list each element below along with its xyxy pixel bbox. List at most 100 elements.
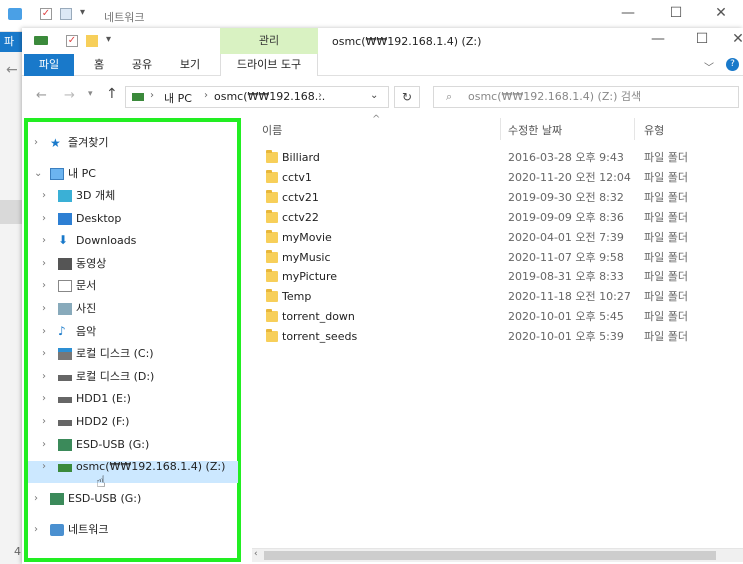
properties-icon (60, 8, 72, 20)
file-date: 2019-08-31 오후 8:33 (508, 270, 624, 284)
nav-item[interactable]: › Desktop (28, 208, 238, 230)
new-folder-icon[interactable] (86, 35, 98, 47)
file-row[interactable]: cctv21 2019-09-30 오전 8:32 파일 폴더 (252, 188, 732, 208)
scrollbar-thumb[interactable] (264, 551, 716, 560)
address-bar[interactable]: › 내 PC › osmc(₩₩192.168... › ⌄ (125, 86, 389, 108)
close-button[interactable]: ✕ (732, 31, 743, 47)
address-dropdown-icon[interactable]: ⌄ (370, 90, 378, 101)
tab-view[interactable]: 보기 (170, 54, 210, 76)
nav-item[interactable]: › ⬇ Downloads (28, 230, 238, 252)
recent-locations-icon[interactable]: ▾ (88, 89, 93, 99)
file-row[interactable]: myMovie 2020-04-01 오전 7:39 파일 폴더 (252, 228, 732, 248)
checkbox-icon[interactable]: ✓ (66, 35, 78, 47)
folder-icon (266, 209, 278, 223)
nav-esd-usb[interactable]: › ESD-USB (G:) (28, 488, 238, 510)
nav-this-pc[interactable]: ⌄ 내 PC (28, 163, 238, 185)
column-header-name[interactable]: 이름 (262, 122, 282, 138)
maximize-button[interactable]: ☐ (692, 31, 712, 47)
tab-home[interactable]: 홈 (84, 54, 114, 76)
breadcrumb-current-drive[interactable]: osmc(₩₩192.168... (214, 90, 325, 103)
nav-item[interactable]: › 동영상 (28, 253, 238, 275)
expand-chevron-icon[interactable]: › (42, 208, 52, 230)
expand-chevron-icon[interactable]: › (42, 230, 52, 252)
customize-quick-access-icon[interactable]: ▾ (106, 34, 111, 45)
minimize-button[interactable]: — (648, 31, 668, 47)
file-row[interactable]: Billiard 2016-03-28 오후 9:43 파일 폴더 (252, 148, 732, 168)
file-row[interactable]: cctv22 2019-09-09 오후 8:36 파일 폴더 (252, 208, 732, 228)
file-name: cctv22 (282, 210, 319, 224)
checkbox-icon: ✓ (40, 8, 52, 20)
nav-item[interactable]: › 로컬 디스크 (C:) (28, 343, 238, 365)
help-icon[interactable]: ? (726, 58, 739, 71)
back-arrow-icon[interactable]: ← (6, 62, 18, 78)
breadcrumb-separator-icon[interactable]: › (204, 90, 208, 101)
nav-item[interactable]: › 사진 (28, 298, 238, 320)
column-header-type[interactable]: 유형 (644, 122, 664, 138)
file-date: 2020-04-01 오전 7:39 (508, 230, 624, 244)
expand-chevron-icon[interactable]: › (34, 519, 44, 541)
pictures-icon (58, 303, 72, 315)
breadcrumb-separator-icon[interactable]: › (150, 90, 154, 101)
search-icon: ⌕ (446, 90, 453, 103)
file-row[interactable]: Temp 2020-11-18 오전 10:27 파일 폴더 (252, 287, 732, 307)
background-app-icon (8, 8, 22, 20)
back-arrow-icon[interactable]: ← (36, 88, 47, 103)
expand-chevron-icon[interactable]: › (42, 343, 52, 365)
column-divider[interactable] (500, 118, 501, 140)
expand-chevron-icon[interactable]: › (42, 298, 52, 320)
file-type: 파일 폴더 (644, 250, 688, 264)
tab-drive-tools[interactable]: 드라이브 도구 (220, 54, 318, 76)
expand-chevron-icon[interactable]: › (42, 253, 52, 275)
column-divider[interactable] (634, 118, 635, 140)
folder-icon (266, 289, 278, 303)
tab-share[interactable]: 공유 (124, 54, 160, 76)
file-name: Billiard (282, 151, 320, 164)
folder-icon (266, 150, 278, 163)
expand-chevron-icon[interactable]: › (42, 321, 52, 343)
nav-item[interactable]: › 3D 개체 (28, 185, 238, 207)
expand-chevron-icon[interactable]: › (42, 185, 52, 207)
expand-chevron-icon[interactable]: › (42, 456, 52, 478)
file-row[interactable]: myPicture 2019-08-31 오후 8:33 파일 폴더 (252, 267, 732, 287)
expand-chevron-icon[interactable]: › (42, 388, 52, 410)
file-row[interactable]: cctv1 2020-11-20 오전 12:04 파일 폴더 (252, 168, 732, 188)
close-button[interactable]: ✕ (711, 5, 731, 21)
expand-chevron-icon[interactable]: › (42, 434, 52, 456)
forward-arrow-icon[interactable]: → (64, 88, 75, 103)
file-row[interactable]: torrent_seeds 2020-10-01 오후 5:39 파일 폴더 (252, 327, 732, 347)
nav-item[interactable]: › ESD-USB (G:) (28, 434, 238, 456)
background-file-tab[interactable]: 파 (0, 32, 22, 52)
expand-chevron-icon[interactable]: › (34, 488, 44, 510)
nav-item[interactable]: › 문서 (28, 275, 238, 297)
nav-label: ESD-USB (G:) (68, 492, 142, 505)
refresh-button[interactable]: ↻ (394, 86, 420, 108)
search-input[interactable]: ⌕ osmc(₩₩192.168.1.4) (Z:) 검색 (433, 86, 739, 108)
column-header-date[interactable]: 수정한 날짜 (508, 122, 562, 138)
nav-item[interactable]: › ♪ 음악 (28, 321, 238, 343)
file-row[interactable]: myMusic 2020-11-07 오후 9:58 파일 폴더 (252, 248, 732, 268)
breadcrumb-separator-icon[interactable]: › (318, 90, 322, 101)
collapse-chevron-icon[interactable]: ⌄ (34, 163, 44, 185)
expand-chevron-icon[interactable]: › (42, 366, 52, 388)
ribbon-expand-icon[interactable]: ﹀ (704, 59, 714, 74)
nav-item[interactable]: › osmc(₩₩192.168.1.4) (Z:) (28, 456, 238, 478)
up-arrow-icon[interactable]: ↑ (106, 86, 118, 102)
nav-item[interactable]: › 로컬 디스크 (D:) (28, 366, 238, 388)
maximize-button[interactable]: ☐ (666, 5, 686, 21)
expand-chevron-icon[interactable]: › (34, 132, 44, 154)
horizontal-scrollbar[interactable]: ‹ (252, 548, 743, 562)
nav-item[interactable]: › HDD1 (E:) (28, 388, 238, 410)
nav-quick-access[interactable]: › ★ 즐겨찾기 (28, 132, 238, 154)
file-row[interactable]: torrent_down 2020-10-01 오후 5:45 파일 폴더 (252, 307, 732, 327)
manage-tab[interactable]: 관리 (220, 28, 318, 54)
nav-network[interactable]: › 네트워크 (28, 519, 238, 541)
breadcrumb-this-pc[interactable]: 내 PC (164, 90, 192, 106)
expand-chevron-icon[interactable]: › (42, 411, 52, 433)
tab-file[interactable]: 파일 (24, 54, 74, 76)
nav-label: HDD2 (F:) (76, 415, 130, 428)
expand-chevron-icon[interactable]: › (42, 275, 52, 297)
downloads-icon: ⬇ (58, 233, 69, 248)
minimize-button[interactable]: — (618, 5, 638, 21)
nav-item[interactable]: › HDD2 (F:) (28, 411, 238, 433)
scroll-left-icon[interactable]: ‹ (254, 549, 258, 559)
